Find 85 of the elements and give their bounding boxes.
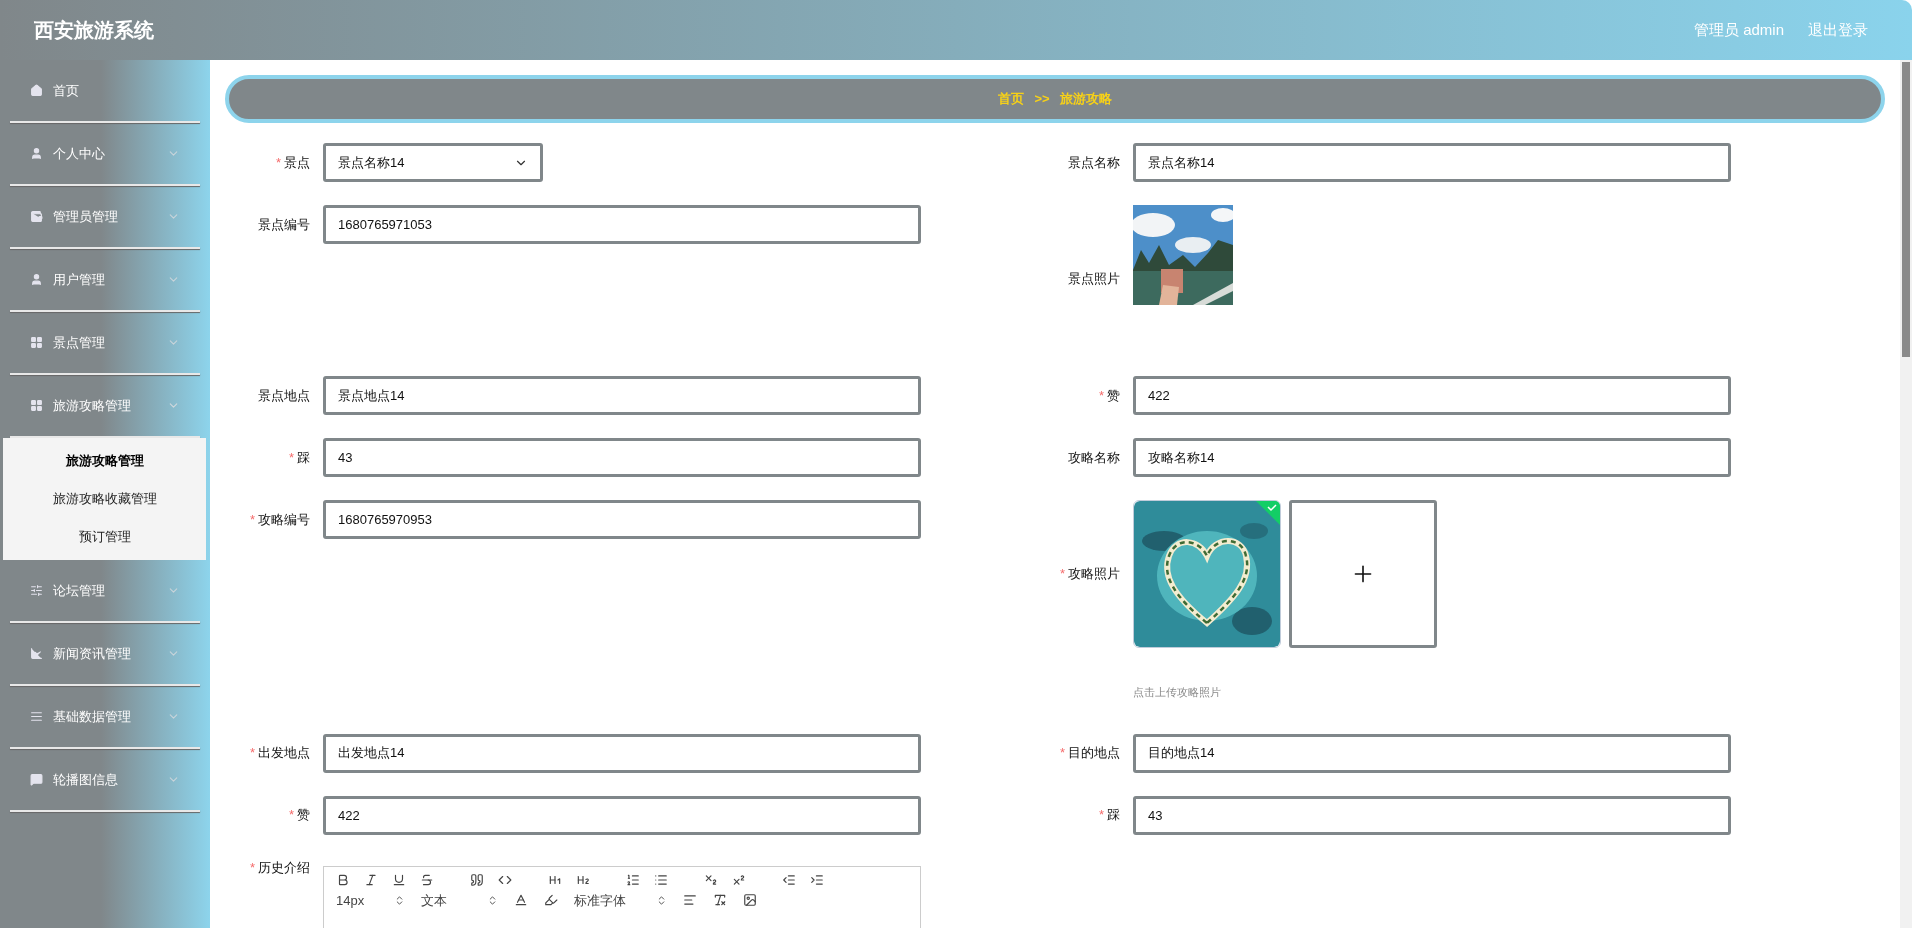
required-mark: * (249, 858, 255, 877)
field-label: 景点编号 (258, 215, 310, 234)
required-mark: * (1059, 744, 1065, 763)
sidebar-item[interactable]: 首页 (0, 60, 210, 121)
italic-icon[interactable] (364, 872, 378, 887)
text-field[interactable]: 43 (1133, 795, 1731, 835)
field-label: 攻略照片 (1068, 565, 1120, 584)
rich-text-editor[interactable]: 14px 文本 标准字体 (323, 865, 921, 928)
sliders-icon (30, 584, 43, 597)
spot-select[interactable]: 景点名称14 (323, 143, 543, 182)
required-mark: * (275, 153, 281, 172)
breadcrumb-current: 旅游攻略 (1059, 90, 1112, 109)
home-icon (30, 84, 43, 97)
grid-icon (30, 399, 43, 412)
sidebar-item[interactable]: 轮播图信息 (0, 749, 210, 810)
field-label: 景点名称 (1068, 153, 1120, 172)
image-icon[interactable] (743, 893, 758, 908)
field-label: 攻略编号 (258, 510, 310, 529)
text-field[interactable]: 422 (323, 795, 921, 835)
required-mark: * (1098, 806, 1104, 825)
breadcrumb-separator: >> (1034, 90, 1050, 109)
bold-icon[interactable] (336, 872, 350, 887)
text-field[interactable]: 1680765970953 (323, 500, 921, 539)
text-field[interactable]: 攻略名称14 (1133, 438, 1731, 477)
field-label: 景点 (284, 153, 310, 172)
field-label: 目的地点 (1068, 744, 1120, 763)
block-format-picker[interactable]: 文本 (421, 890, 448, 910)
required-mark: * (249, 744, 255, 763)
text-field[interactable]: 1680765971053 (323, 205, 921, 244)
required-mark: * (288, 448, 294, 467)
field-label: 踩 (297, 448, 310, 467)
sidebar-item[interactable]: 旅游攻略管理 (0, 375, 210, 436)
sidebar-item[interactable]: 新闻资讯管理 (0, 623, 210, 684)
underline-icon[interactable] (392, 872, 406, 887)
sidebar-item[interactable]: 个人中心 (0, 123, 210, 184)
field-label: 景点照片 (1068, 270, 1120, 289)
sidebar-item[interactable]: 基础数据管理 (0, 686, 210, 747)
user-icon (30, 147, 43, 160)
font-size-picker[interactable]: 14px (336, 890, 365, 910)
required-mark: * (1098, 386, 1104, 405)
submenu-item[interactable]: 预订管理 (3, 518, 206, 556)
text-color-icon[interactable] (514, 893, 529, 908)
align-icon[interactable] (683, 893, 698, 908)
app-title: 西安旅游系统 (34, 18, 155, 43)
field-label: 攻略名称 (1068, 448, 1120, 467)
text-field[interactable]: 目的地点14 (1133, 733, 1731, 773)
chat-icon (30, 773, 43, 786)
font-family-picker[interactable]: 标准字体 (574, 890, 627, 910)
clear-format-icon[interactable] (713, 893, 728, 908)
bullet-list-icon[interactable] (654, 872, 668, 887)
superscript-icon[interactable] (732, 872, 746, 887)
sidebar-item[interactable]: 管理员管理 (0, 186, 210, 247)
submenu-item[interactable]: 旅游攻略收藏管理 (3, 480, 206, 518)
strikethrough-icon[interactable] (420, 872, 434, 887)
upload-button[interactable] (1289, 500, 1437, 648)
admin-user: 管理员 admin (1693, 19, 1784, 40)
indent-icon[interactable] (810, 872, 824, 887)
sidebar-item[interactable]: 景点管理 (0, 312, 210, 373)
field-label: 赞 (1107, 386, 1120, 405)
text-field[interactable]: 景点名称14 (1133, 143, 1731, 182)
numbered-list-icon[interactable] (626, 872, 640, 887)
subscript-icon[interactable] (704, 872, 718, 887)
field-label: 景点地点 (258, 386, 310, 405)
field-label: 出发地点 (258, 744, 310, 763)
quote-icon[interactable] (470, 872, 484, 887)
wallet-icon (30, 210, 43, 223)
background-color-icon[interactable] (544, 893, 559, 908)
required-mark: * (1059, 565, 1065, 584)
sidebar-item[interactable]: 用户管理 (0, 249, 210, 310)
user-icon (30, 273, 43, 286)
text-field[interactable]: 景点地点14 (323, 376, 921, 415)
submenu-item[interactable]: 旅游攻略管理 (3, 442, 206, 480)
text-field[interactable]: 422 (1133, 376, 1731, 415)
field-label: 赞 (297, 806, 310, 825)
text-field[interactable]: 43 (323, 438, 921, 477)
required-mark: * (288, 806, 294, 825)
sidebar-item[interactable]: 论坛管理 (0, 560, 210, 621)
field-label: 踩 (1107, 806, 1120, 825)
required-mark: * (249, 510, 255, 529)
upload-hint: 点击上传攻略照片 (1133, 685, 1222, 700)
lines-icon (30, 710, 43, 723)
grid-icon (30, 336, 43, 349)
field-label: 历史介绍 (258, 858, 310, 877)
outdent-icon[interactable] (782, 872, 796, 887)
text-field[interactable]: 出发地点14 (323, 733, 921, 773)
